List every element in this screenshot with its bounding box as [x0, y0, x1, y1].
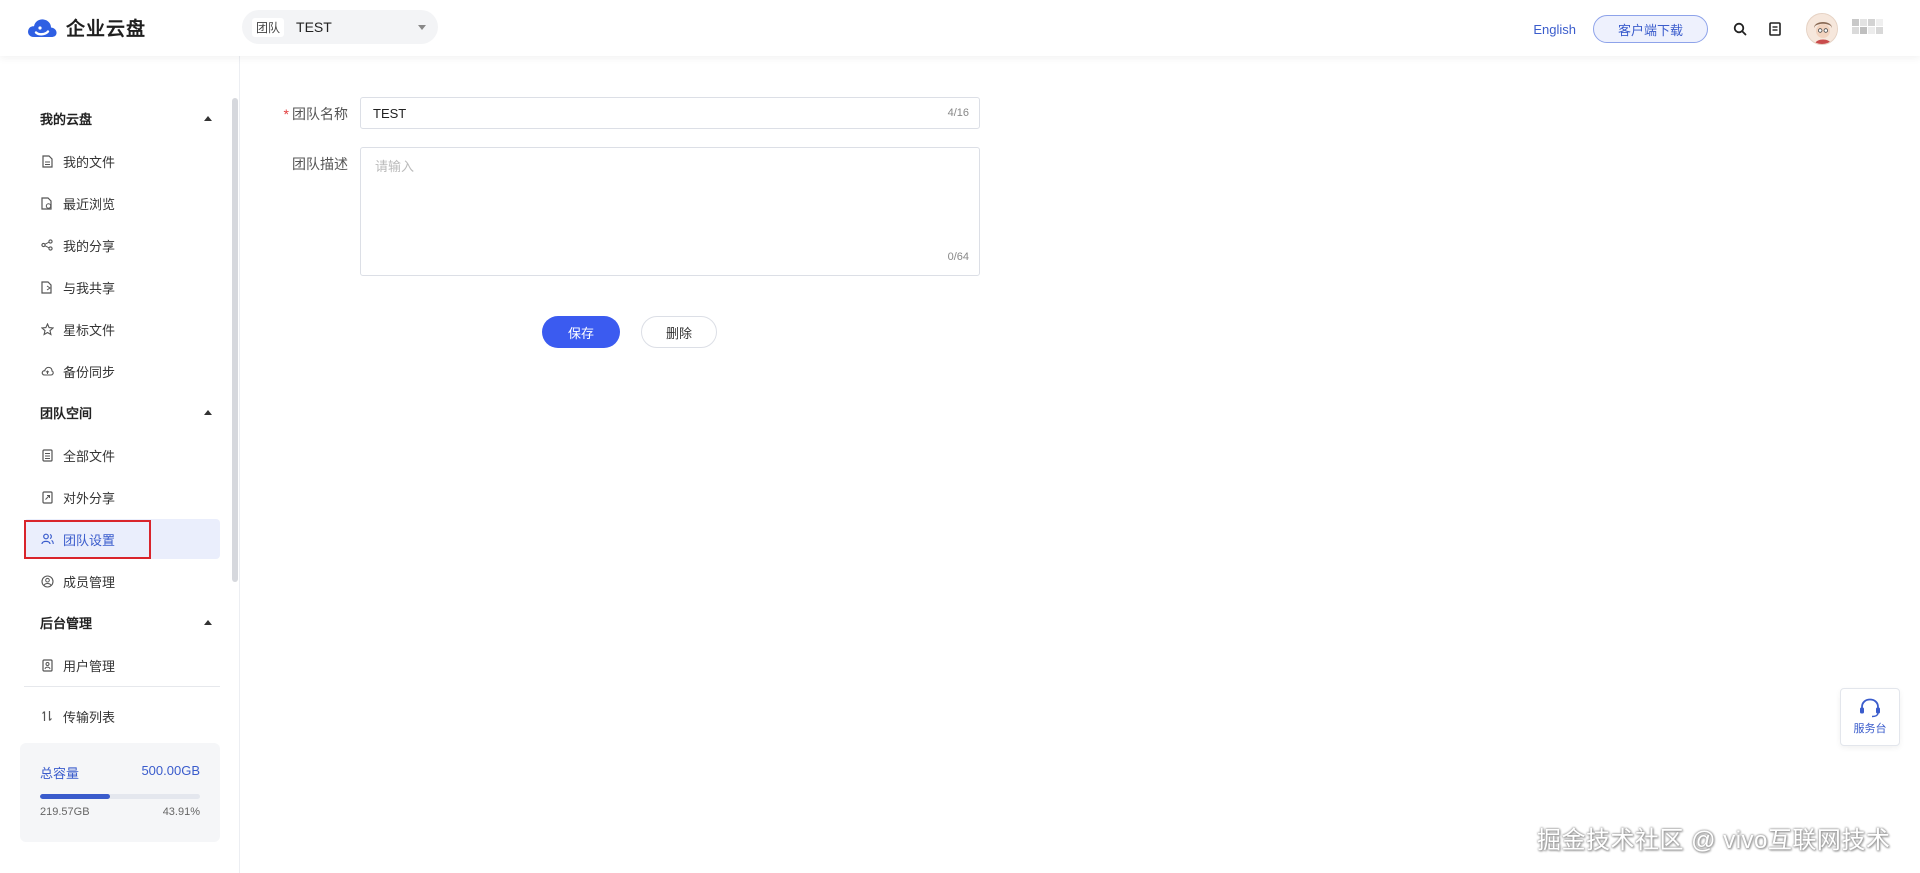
sidebar-item-label: 与我共享	[63, 280, 116, 296]
team-name-label: * 团队名称	[268, 104, 348, 124]
file-icon	[40, 154, 54, 168]
team-name-counter: 4/16	[947, 107, 969, 119]
search-icon[interactable]	[1730, 19, 1750, 39]
external-share-icon	[40, 490, 54, 504]
headset-icon	[1860, 698, 1880, 718]
collapse-icon	[204, 409, 212, 415]
sidebar-item-my-files[interactable]: 我的文件	[24, 141, 220, 181]
storage-title: 总容量	[40, 766, 80, 781]
app-name: 企业云盘	[66, 19, 147, 40]
watermark: 掘金技术社区 @ vivo互联网技术	[1537, 827, 1891, 854]
storage-panel: 总容量 500.00GB 219.57GB 43.91%	[20, 743, 220, 842]
storage-total: 500.00GB	[141, 763, 200, 778]
save-button[interactable]: 保存	[542, 316, 620, 348]
team-description-textarea[interactable]: 请输入 0/64	[360, 147, 980, 276]
sidebar-divider	[24, 686, 220, 687]
share-icon	[40, 238, 54, 252]
collapse-icon	[204, 619, 212, 625]
sidebar-scrollbar[interactable]	[232, 98, 238, 582]
sidebar-item-label: 成员管理	[63, 574, 116, 590]
storage-progress-bar	[40, 794, 200, 799]
team-name-input[interactable]: TEST 4/16	[360, 97, 980, 129]
team-description-label: 团队描述	[292, 156, 348, 172]
cloud-sync-icon	[40, 364, 54, 378]
team-description-placeholder: 请输入	[375, 159, 415, 174]
sidebar-item-label: 我的分享	[63, 238, 116, 254]
app-logo[interactable]: 企业云盘	[26, 14, 146, 41]
group-label: 我的云盘	[40, 111, 93, 127]
client-download-button[interactable]: 客户端下载	[1592, 15, 1708, 43]
document-icon[interactable]	[1765, 19, 1785, 39]
sidebar-item-label: 我的文件	[63, 154, 116, 170]
group-admin[interactable]: 后台管理	[40, 612, 212, 632]
recent-file-icon	[40, 196, 54, 210]
sidebar-item-external-share[interactable]: 对外分享	[24, 477, 220, 517]
team-select[interactable]: 团队 TEST	[242, 10, 438, 44]
cloud-logo-icon	[28, 18, 57, 37]
group-label: 后台管理	[40, 615, 93, 631]
sidebar-item-recent[interactable]: 最近浏览	[24, 183, 220, 223]
sidebar-item-label: 对外分享	[63, 490, 116, 506]
sidebar-item-label: 备份同步	[63, 364, 116, 380]
header-actions: English 客户端下载	[1533, 13, 1883, 45]
sidebar-item-all-files[interactable]: 全部文件	[24, 435, 220, 475]
group-my-drive[interactable]: 我的云盘	[40, 108, 212, 128]
top-header: 企业云盘 团队 TEST English 客户端下载	[0, 0, 1920, 56]
member-icon	[40, 574, 54, 588]
service-desk-button[interactable]: 服务台	[1840, 688, 1900, 746]
sidebar-item-label: 全部文件	[63, 448, 116, 464]
sidebar-item-my-shares[interactable]: 我的分享	[24, 225, 220, 265]
transfer-icon	[40, 709, 54, 723]
sidebar-item-user-management[interactable]: 用户管理	[24, 645, 220, 685]
delete-button[interactable]: 删除	[641, 316, 717, 348]
sidebar-item-label: 传输列表	[63, 709, 116, 725]
files-icon	[40, 448, 54, 462]
group-team-space[interactable]: 团队空间	[40, 402, 212, 422]
user-admin-icon	[40, 658, 54, 672]
blurred-username	[1852, 19, 1883, 39]
star-icon	[40, 322, 54, 336]
chevron-down-icon	[418, 24, 426, 30]
shared-file-icon	[40, 280, 54, 294]
sidebar-item-label: 星标文件	[63, 322, 116, 338]
highlight-box	[24, 520, 151, 559]
storage-progress-fill	[40, 794, 111, 799]
storage-used: 219.57GB	[40, 806, 90, 818]
team-select-value: TEST	[296, 19, 332, 35]
sidebar-item-shared-with-me[interactable]: 与我共享	[24, 267, 220, 307]
team-name-value: TEST	[373, 105, 407, 121]
group-label: 团队空间	[40, 405, 93, 421]
sidebar-item-starred[interactable]: 星标文件	[24, 309, 220, 349]
avatar[interactable]	[1806, 13, 1838, 45]
storage-percent: 43.91%	[162, 806, 200, 818]
required-mark: *	[283, 106, 289, 122]
sidebar-item-label: 用户管理	[63, 658, 116, 674]
team-tag: 团队	[252, 17, 285, 37]
service-desk-label: 服务台	[1853, 723, 1887, 735]
sidebar-item-transfer-list[interactable]: 传输列表	[24, 696, 220, 736]
sidebar-item-member-management[interactable]: 成员管理	[24, 561, 220, 601]
team-name-label-text: 团队名称	[292, 106, 348, 122]
language-switch-link[interactable]: English	[1533, 22, 1576, 37]
collapse-icon	[204, 115, 212, 121]
team-description-counter: 0/64	[947, 251, 969, 263]
sidebar-item-backup-sync[interactable]: 备份同步	[24, 351, 220, 391]
sidebar-item-label: 最近浏览	[63, 196, 116, 212]
